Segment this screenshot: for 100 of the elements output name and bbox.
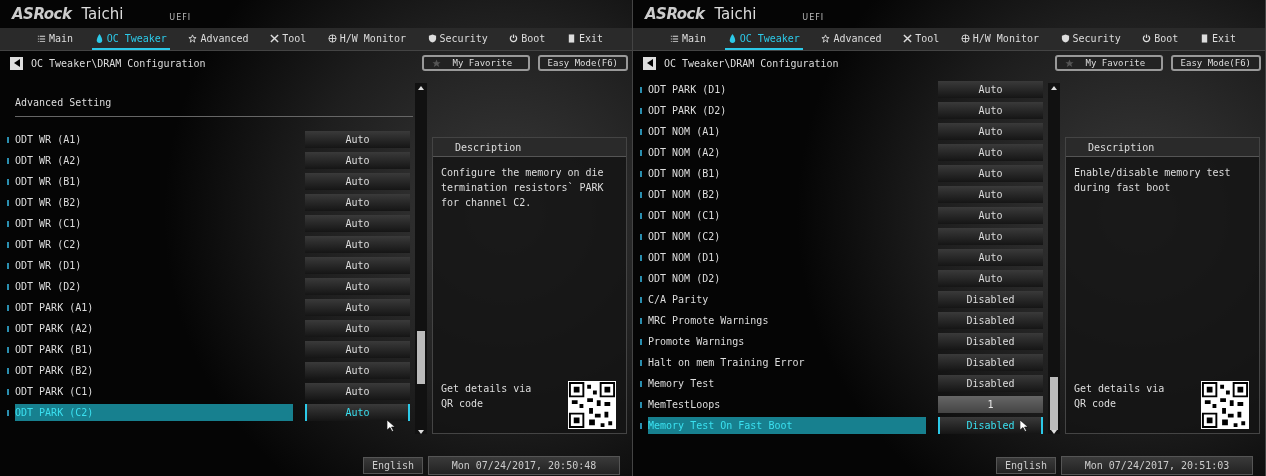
option-dropdown[interactable]: Auto	[938, 207, 1043, 224]
option-dropdown[interactable]: Auto	[305, 278, 410, 295]
setting-label[interactable]: ODT PARK (B2)	[15, 362, 293, 379]
option-dropdown[interactable]: Auto	[305, 131, 410, 148]
option-dropdown[interactable]: Auto	[305, 152, 410, 169]
up-arrow-icon[interactable]	[1051, 86, 1057, 90]
option-dropdown[interactable]: Auto	[305, 341, 410, 358]
menu-tab[interactable]: Security	[424, 28, 491, 50]
option-dropdown[interactable]: Disabled	[938, 291, 1043, 308]
number-field[interactable]: 1	[938, 396, 1043, 413]
down-arrow-icon[interactable]	[418, 430, 424, 434]
setting-label[interactable]: ODT NOM (A1)	[648, 123, 926, 140]
setting-label[interactable]: ODT WR (B1)	[15, 173, 293, 190]
option-dropdown[interactable]: Auto	[305, 362, 410, 379]
setting-label[interactable]: ODT NOM (B1)	[648, 165, 926, 182]
option-dropdown[interactable]: Auto	[938, 228, 1043, 245]
option-dropdown[interactable]: Auto	[305, 257, 410, 274]
setting-label[interactable]: ODT PARK (C1)	[15, 383, 293, 400]
setting-label[interactable]: ODT WR (A2)	[15, 152, 293, 169]
setting-label[interactable]: ODT NOM (C2)	[648, 228, 926, 245]
setting-label[interactable]: ODT WR (B2)	[15, 194, 293, 211]
menu-tab[interactable]: Advanced	[185, 28, 252, 50]
setting-label[interactable]: Promote Warnings	[648, 333, 926, 350]
menu-tab[interactable]: Main	[667, 28, 710, 50]
setting-label[interactable]: ODT WR (D1)	[15, 257, 293, 274]
menu-tab[interactable]: H/W Monitor	[957, 28, 1042, 50]
setting-label[interactable]: ODT PARK (D2)	[648, 102, 926, 119]
date-time: Mon 07/24/2017, 20:50:48	[428, 455, 620, 475]
option-dropdown[interactable]: Auto	[305, 173, 410, 190]
option-dropdown[interactable]: Auto	[938, 144, 1043, 161]
up-arrow-icon[interactable]	[418, 86, 424, 90]
option-dropdown[interactable]: Auto	[305, 236, 410, 253]
menu-tab[interactable]: Tool	[267, 28, 310, 50]
left-triangle-icon	[13, 59, 20, 67]
menu-tab[interactable]: Security	[1057, 28, 1124, 50]
option-dropdown[interactable]: Auto	[938, 249, 1043, 266]
language-button[interactable]: English	[363, 456, 423, 474]
option-dropdown[interactable]: Auto	[305, 299, 410, 316]
option-dropdown[interactable]: Auto	[938, 102, 1043, 119]
menu-tab[interactable]: Tool	[900, 28, 943, 50]
option-dropdown[interactable]: Auto	[305, 215, 410, 232]
setting-label[interactable]: C/A Parity	[648, 291, 926, 308]
setting-label[interactable]: ODT WR (C1)	[15, 215, 293, 232]
row-indicator	[7, 241, 9, 248]
setting-label[interactable]: ODT NOM (B2)	[648, 186, 926, 203]
my-favorite-button[interactable]: My Favorite	[1054, 55, 1163, 71]
option-dropdown[interactable]: Auto	[938, 165, 1043, 182]
scrollbar[interactable]	[415, 83, 427, 434]
setting-label[interactable]: ODT NOM (C1)	[648, 207, 926, 224]
row-indicator	[7, 304, 9, 311]
easy-mode-button[interactable]: Easy Mode(F6)	[537, 55, 628, 71]
scrollbar-thumb[interactable]	[417, 330, 425, 384]
option-dropdown[interactable]: Disabled	[938, 417, 1043, 434]
setting-label[interactable]: ODT WR (C2)	[15, 236, 293, 253]
back-button[interactable]	[643, 56, 656, 70]
setting-label[interactable]: MRC Promote Warnings	[648, 312, 926, 329]
option-dropdown[interactable]: Auto	[305, 404, 410, 421]
shield-icon	[1060, 33, 1070, 43]
setting-label[interactable]: MemTestLoops	[648, 396, 926, 413]
setting-label[interactable]: ODT NOM (D2)	[648, 270, 926, 287]
setting-label[interactable]: ODT PARK (A2)	[15, 320, 293, 337]
down-arrow-icon[interactable]	[1051, 430, 1057, 434]
menu-tab[interactable]: OC Tweaker	[91, 28, 170, 50]
scrollbar-thumb[interactable]	[1050, 376, 1058, 430]
scrollbar[interactable]	[1048, 83, 1060, 434]
menu-tab[interactable]: Boot	[506, 28, 549, 50]
option-dropdown[interactable]: Disabled	[938, 312, 1043, 329]
menu-tab[interactable]: Exit	[1196, 28, 1239, 50]
setting-label[interactable]: ODT NOM (A2)	[648, 144, 926, 161]
option-dropdown[interactable]: Auto	[938, 270, 1043, 287]
easy-mode-button[interactable]: Easy Mode(F6)	[1170, 55, 1261, 71]
setting-label[interactable]: Halt on mem Training Error	[648, 354, 926, 371]
menu-tab[interactable]: OC Tweaker	[724, 28, 803, 50]
menu-tab[interactable]: Boot	[1139, 28, 1182, 50]
option-dropdown[interactable]: Disabled	[938, 354, 1043, 371]
option-dropdown[interactable]: Auto	[305, 383, 410, 400]
setting-label[interactable]: ODT WR (A1)	[15, 131, 293, 148]
option-dropdown[interactable]: Disabled	[938, 333, 1043, 350]
option-dropdown[interactable]: Auto	[938, 186, 1043, 203]
menu-tab[interactable]: H/W Monitor	[324, 28, 409, 50]
option-dropdown[interactable]: Auto	[938, 81, 1043, 98]
menu-tab[interactable]: Advanced	[818, 28, 885, 50]
option-dropdown[interactable]: Auto	[305, 320, 410, 337]
option-dropdown[interactable]: Auto	[938, 123, 1043, 140]
menu-tab[interactable]: Main	[34, 28, 77, 50]
setting-label[interactable]: ODT NOM (D1)	[648, 249, 926, 266]
setting-label[interactable]: ODT PARK (A1)	[15, 299, 293, 316]
menu-tab[interactable]: Exit	[563, 28, 606, 50]
brand-logo: ASRock	[645, 5, 705, 23]
option-dropdown[interactable]: Disabled	[938, 375, 1043, 392]
setting-label[interactable]: Memory Test	[648, 375, 926, 392]
my-favorite-button[interactable]: My Favorite	[421, 55, 530, 71]
option-dropdown[interactable]: Auto	[305, 194, 410, 211]
qr-caption: Get details via QR code	[441, 382, 533, 411]
setting-label[interactable]: ODT PARK (D1)	[648, 81, 926, 98]
star-icon	[1064, 58, 1074, 68]
language-button[interactable]: English	[996, 456, 1056, 474]
setting-label[interactable]: ODT WR (D2)	[15, 278, 293, 295]
setting-label[interactable]: ODT PARK (B1)	[15, 341, 293, 358]
back-button[interactable]	[10, 56, 23, 70]
